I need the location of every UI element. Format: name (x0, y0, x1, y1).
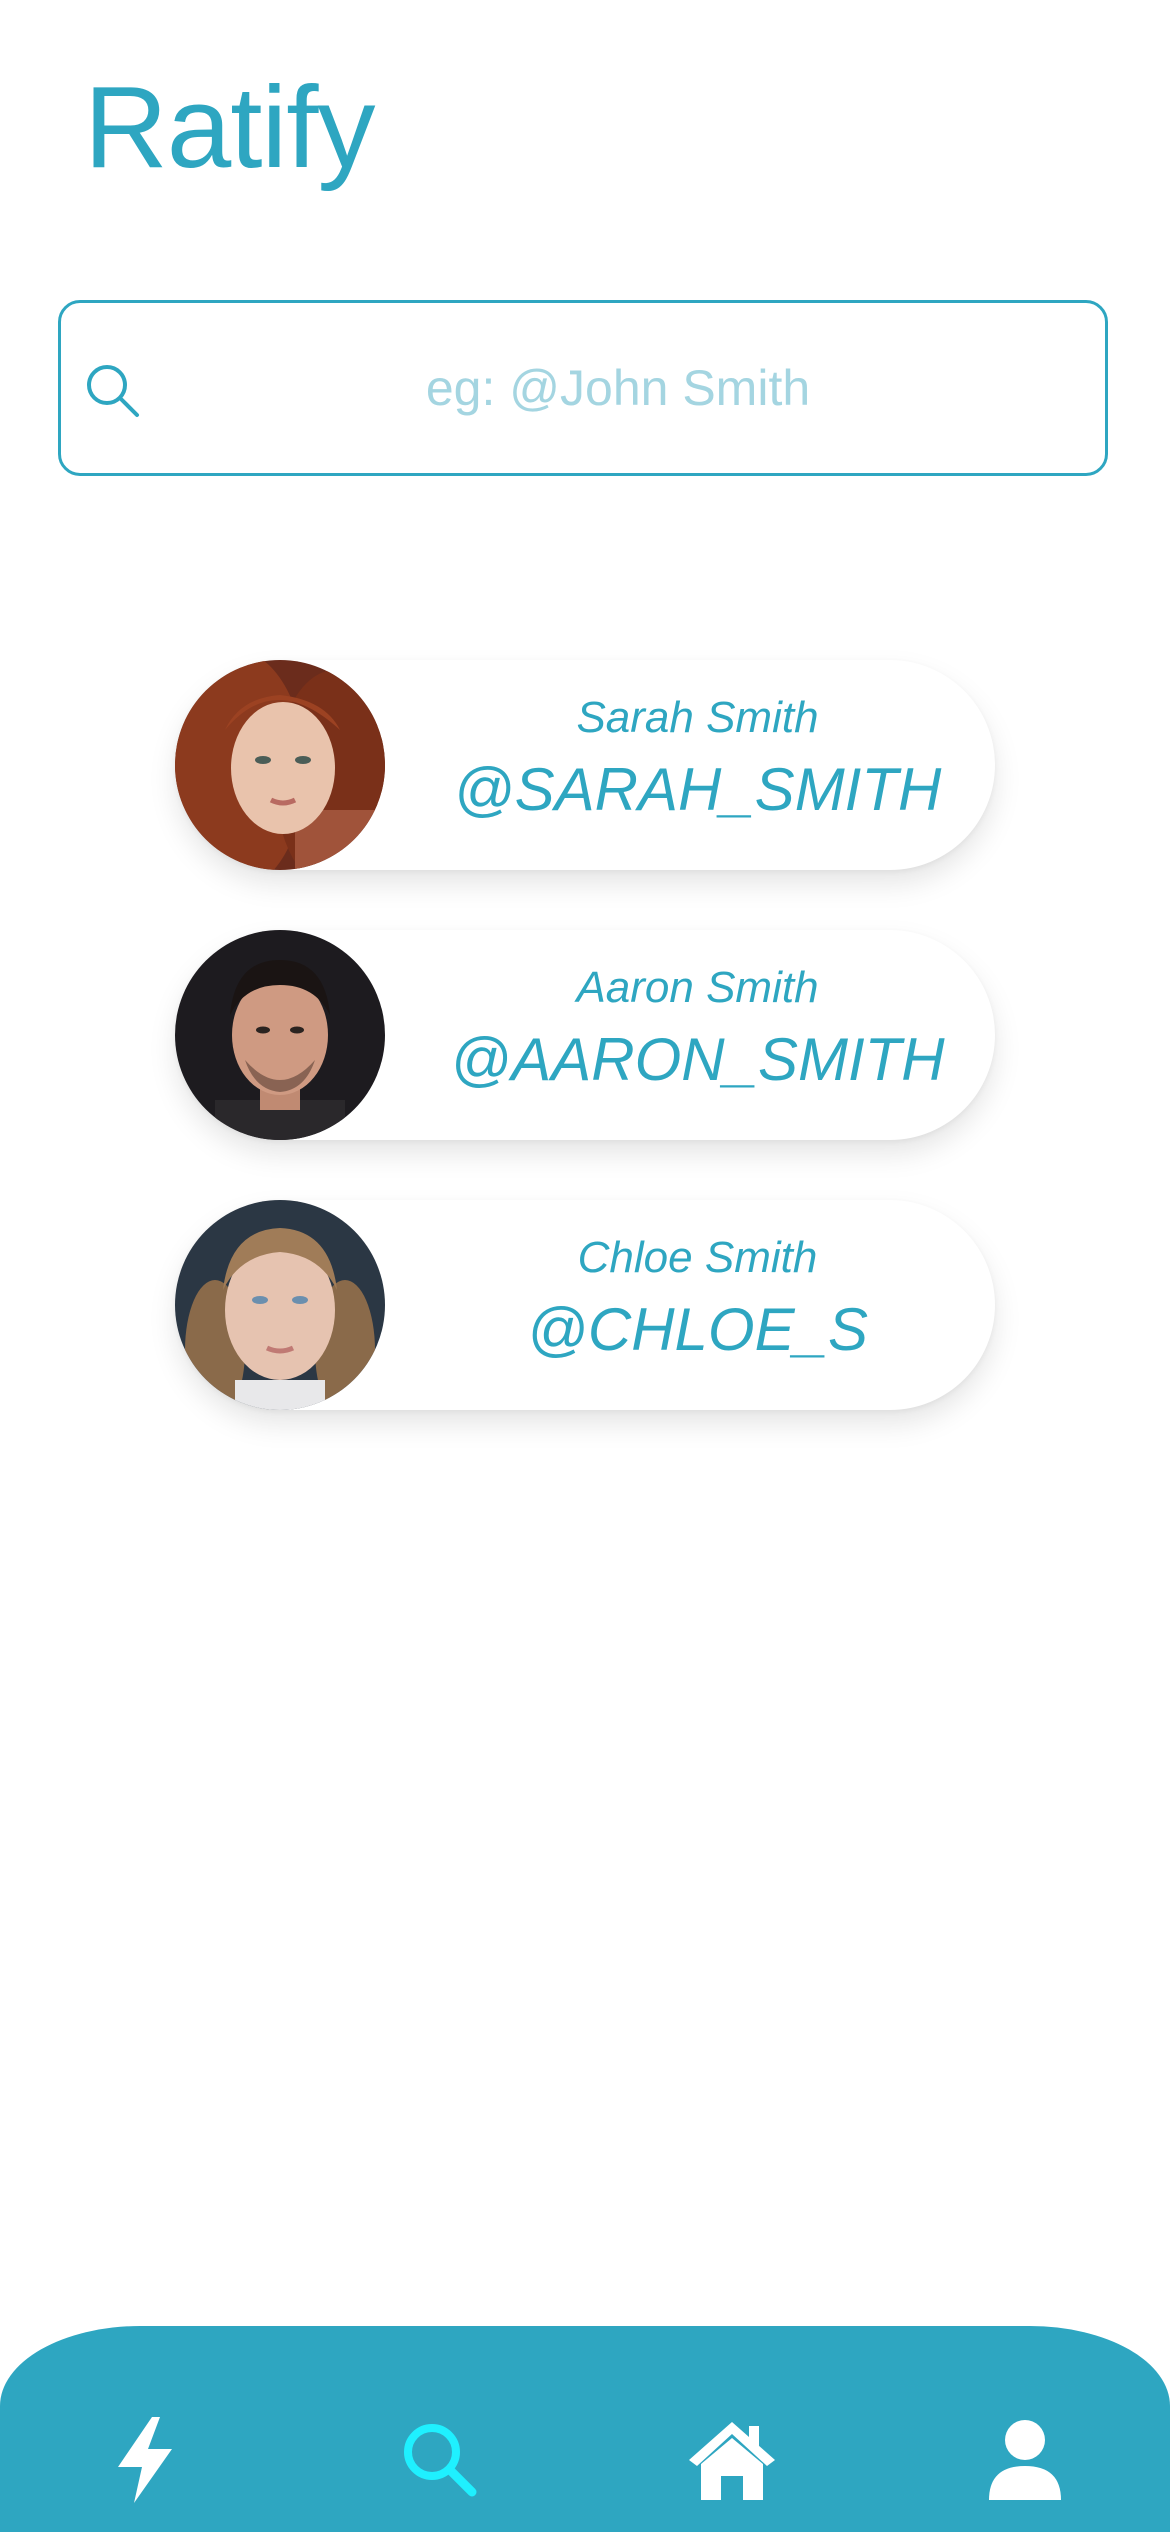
user-list: Sarah Smith @SARAH_SMITH Aaron Smith @AA… (175, 660, 995, 1470)
avatar (175, 1200, 385, 1410)
user-card-chloe[interactable]: Chloe Smith @CHLOE_S (175, 1200, 995, 1410)
avatar (175, 930, 385, 1140)
nav-home[interactable] (682, 2412, 782, 2512)
nav-search[interactable] (390, 2412, 490, 2512)
search-icon (83, 361, 143, 421)
nav-lightning[interactable] (95, 2412, 195, 2512)
user-handle: @AARON_SMITH (450, 1026, 945, 1093)
profile-icon (985, 2418, 1065, 2507)
user-card-aaron[interactable]: Aaron Smith @AARON_SMITH (175, 930, 995, 1140)
home-icon (687, 2418, 777, 2507)
search-icon (400, 2420, 480, 2505)
app-title: Ratify (84, 62, 376, 192)
user-card-sarah[interactable]: Sarah Smith @SARAH_SMITH (175, 660, 995, 870)
user-name: Chloe Smith (577, 1233, 818, 1282)
user-name: Aaron Smith (576, 963, 819, 1012)
search-input[interactable] (161, 303, 1075, 473)
search-bar[interactable] (58, 300, 1108, 476)
bottom-nav (0, 2326, 1170, 2532)
user-name: Sarah Smith (576, 693, 819, 742)
user-handle: @SARAH_SMITH (453, 756, 942, 823)
avatar (175, 660, 385, 870)
lightning-icon (110, 2415, 180, 2510)
user-handle: @CHLOE_S (526, 1296, 868, 1363)
nav-profile[interactable] (975, 2412, 1075, 2512)
